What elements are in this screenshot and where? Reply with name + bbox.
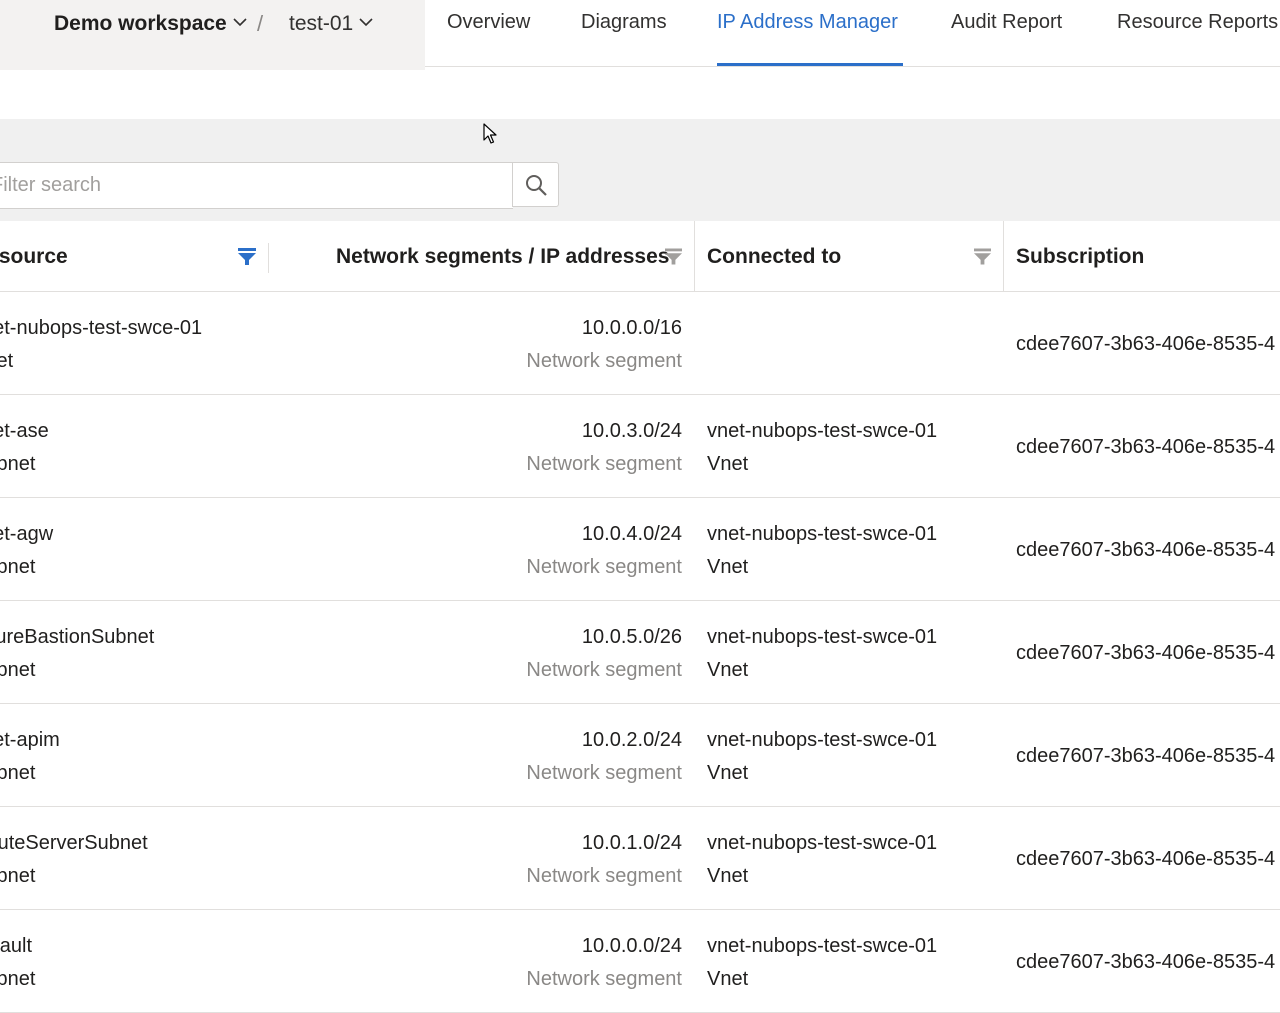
connected-to-name[interactable]: vnet-nubops-test-swce-01 (707, 625, 937, 649)
resource-name[interactable]: RouteServerSubnet (0, 831, 148, 855)
table-row[interactable]: vnet-nubops-test-swce-01 Vnet 10.0.0.0/16 N… (0, 292, 1280, 395)
column-separator[interactable] (1003, 221, 1004, 291)
ip-address: 10.0.0.0/16 (581, 317, 682, 339)
toolbar (0, 119, 1280, 221)
ip-address: 10.0.1.0/24 (581, 832, 682, 854)
resource-name[interactable]: snet-ase (0, 419, 49, 443)
resource-type: Subnet (0, 556, 36, 578)
ip-type: Network segment (526, 556, 682, 578)
connected-to-type: Vnet (707, 556, 749, 578)
ip-address: 10.0.0.0/24 (581, 935, 682, 957)
connected-to-name[interactable]: vnet-nubops-test-swce-01 (707, 522, 937, 546)
search-input[interactable] (0, 163, 513, 208)
search-button[interactable] (512, 162, 559, 207)
tab-audit-report[interactable]: Audit Report (951, 9, 1062, 35)
connected-to-type: Vnet (707, 968, 749, 990)
tab-overview[interactable]: Overview (447, 9, 530, 35)
connected-to-name[interactable]: vnet-nubops-test-swce-01 (707, 728, 937, 752)
connected-to-type: Vnet (707, 659, 749, 681)
filter-icon[interactable] (665, 248, 682, 266)
subscription-id: cdee7607-3b63-406e-8535-4 (1016, 333, 1276, 355)
resource-type: Subnet (0, 762, 36, 784)
tab-resource-reports[interactable]: Resource Reports (1117, 9, 1278, 35)
ip-type: Network segment (526, 762, 682, 784)
resource-cell: vnet-nubops-test-swce-01 Vnet (0, 292, 268, 394)
ip-address: 10.0.3.0/24 (581, 420, 682, 442)
resource-cell: snet-ase Subnet (0, 395, 268, 497)
ip-type: Network segment (526, 453, 682, 475)
connected-to-type: Vnet (707, 453, 749, 475)
resource-name[interactable]: default (0, 934, 32, 958)
resource-cell: snet-apim Subnet (0, 704, 268, 806)
subscription-id: cdee7607-3b63-406e-8535-4 (1016, 848, 1276, 870)
connected-to-type: Vnet (707, 865, 749, 887)
table-header: Resource Network segments / IP addresses… (0, 221, 1280, 292)
column-header-subscription[interactable]: Subscription (1016, 244, 1144, 270)
resource-type: Subnet (0, 659, 36, 681)
ip-address: 10.0.2.0/24 (581, 729, 682, 751)
subscription-id: cdee7607-3b63-406e-8535-4 (1016, 539, 1276, 561)
search-icon (525, 174, 547, 196)
resource-type: Subnet (0, 968, 36, 990)
resource-cell: AzureBastionSubnet Subnet (0, 601, 268, 703)
environment-name: test-01 (289, 12, 354, 35)
table-row[interactable]: default Subnet 10.0.0.0/24 Network segment v… (0, 910, 1280, 1013)
connected-to-name[interactable]: vnet-nubops-test-swce-01 (707, 831, 937, 855)
resource-type: Subnet (0, 865, 36, 887)
connected-to-type: Vnet (707, 762, 749, 784)
filter-icon[interactable] (974, 248, 991, 266)
column-header-connected-to[interactable]: Connected to (707, 244, 841, 270)
table-row[interactable]: RouteServerSubnet Subnet 10.0.1.0/24 Networ… (0, 807, 1280, 910)
workspace-name: Demo workspace (54, 12, 227, 35)
resource-name[interactable]: AzureBastionSubnet (0, 625, 154, 649)
top-bar: Demo workspace / test-01 Overview Diagra… (0, 0, 1280, 70)
tab-diagrams[interactable]: Diagrams (581, 9, 667, 35)
column-header-resource[interactable]: Resource (0, 244, 68, 270)
resource-type: Vnet (0, 350, 14, 372)
table-row[interactable]: snet-agw Subnet 10.0.4.0/24 Network segment… (0, 498, 1280, 601)
breadcrumb-separator: / (257, 11, 264, 36)
subscription-id: cdee7607-3b63-406e-8535-4 (1016, 951, 1276, 973)
table-row[interactable]: snet-ase Subnet 10.0.3.0/24 Network segment… (0, 395, 1280, 498)
ip-type: Network segment (526, 659, 682, 681)
ip-type: Network segment (526, 968, 682, 990)
breadcrumb: Demo workspace / test-01 (0, 0, 425, 70)
resource-name[interactable]: snet-agw (0, 522, 53, 546)
mouse-pointer-icon (483, 123, 497, 144)
workspace-selector[interactable]: Demo workspace (54, 11, 247, 37)
resource-type: Subnet (0, 453, 36, 475)
column-separator[interactable] (694, 221, 695, 291)
ip-type: Network segment (526, 350, 682, 372)
main-tabs: Overview Diagrams IP Address Manager Aud… (425, 0, 1280, 67)
subscription-id: cdee7607-3b63-406e-8535-4 (1016, 745, 1276, 767)
subscription-id: cdee7607-3b63-406e-8535-4 (1016, 642, 1276, 664)
table-body: vnet-nubops-test-swce-01 Vnet 10.0.0.0/16 N… (0, 292, 1280, 1013)
ip-type: Network segment (526, 865, 682, 887)
column-separator[interactable] (268, 243, 269, 273)
environment-selector[interactable]: test-01 (289, 11, 373, 37)
table-row[interactable]: snet-apim Subnet 10.0.2.0/24 Network segmen… (0, 704, 1280, 807)
ip-address: 10.0.5.0/26 (581, 626, 682, 648)
active-tab-indicator (717, 63, 903, 66)
subscription-id: cdee7607-3b63-406e-8535-4 (1016, 436, 1276, 458)
search-field (0, 162, 513, 209)
table-row[interactable]: AzureBastionSubnet Subnet 10.0.5.0/26 Netwo… (0, 601, 1280, 704)
resource-cell: RouteServerSubnet Subnet (0, 807, 268, 909)
connected-to-name[interactable]: vnet-nubops-test-swce-01 (707, 934, 937, 958)
chevron-down-icon (233, 18, 247, 27)
resource-cell: default Subnet (0, 910, 268, 1012)
resource-name[interactable]: vnet-nubops-test-swce-01 (0, 316, 202, 340)
filter-active-icon[interactable] (238, 248, 256, 266)
resource-name[interactable]: snet-apim (0, 728, 60, 752)
ip-address: 10.0.4.0/24 (581, 523, 682, 545)
column-header-network-segments[interactable]: Network segments / IP addresses (336, 244, 669, 270)
connected-to-name[interactable]: vnet-nubops-test-swce-01 (707, 419, 937, 443)
resource-cell: snet-agw Subnet (0, 498, 268, 600)
chevron-down-icon (359, 18, 373, 27)
tab-ip-address-manager[interactable]: IP Address Manager (717, 9, 898, 35)
